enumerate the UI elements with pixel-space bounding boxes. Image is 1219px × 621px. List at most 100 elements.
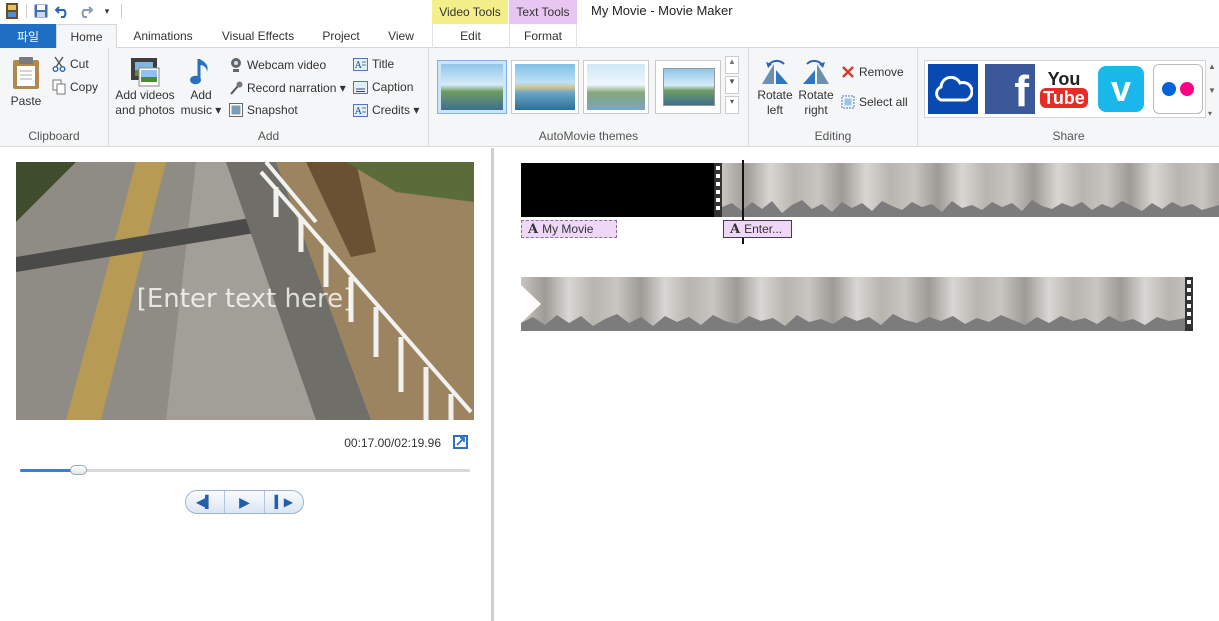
rotate-right-icon — [803, 59, 829, 84]
seek-bar[interactable] — [20, 465, 470, 475]
svg-text:A: A — [354, 61, 362, 71]
play-button[interactable]: ▶ — [225, 491, 265, 513]
previous-frame-icon: ◀▍ — [195, 495, 215, 509]
editing-group-label: Editing — [814, 129, 852, 143]
rotate-left-label-2: left — [766, 103, 783, 117]
paste-button[interactable]: Paste — [6, 56, 46, 109]
redo-icon[interactable] — [77, 3, 93, 19]
chevron-down-icon[interactable]: ▼ — [1208, 86, 1218, 95]
theme-thumbnail — [441, 64, 503, 110]
remove-label: Remove — [859, 65, 904, 79]
onedrive-cloud-icon — [935, 76, 973, 102]
chevron-up-icon[interactable]: ▲ — [725, 56, 739, 74]
add-group-label: Add — [257, 129, 280, 143]
tab-edit[interactable]: Edit — [432, 24, 508, 48]
seek-thumb[interactable] — [70, 465, 88, 475]
webcam-icon — [231, 58, 241, 72]
storyboard: A My Movie A Enter... — [494, 148, 1219, 621]
save-icon[interactable] — [33, 3, 49, 19]
youtube-icon-tube: Tube — [1040, 88, 1088, 108]
credits-button[interactable]: A Credits ▾ — [353, 103, 419, 117]
text-a-icon: A — [528, 221, 539, 237]
tab-project[interactable]: Project — [312, 24, 370, 48]
snapshot-button[interactable]: Snapshot — [229, 103, 298, 117]
tab-home[interactable]: Home — [56, 24, 117, 49]
share-group: f You Tube v ▲ ▼ ▾ Share — [918, 48, 1219, 147]
onedrive-share-button[interactable] — [928, 64, 978, 114]
customize-dropdown-icon[interactable]: ▾ — [99, 3, 115, 19]
previous-frame-button[interactable]: ◀▍ — [186, 491, 226, 513]
tab-format[interactable]: Format — [509, 24, 577, 48]
add-videos-label-2: and photos — [115, 103, 175, 117]
tab-animations[interactable]: Animations — [122, 24, 204, 48]
snapshot-label: Snapshot — [247, 103, 298, 117]
flickr-share-button[interactable] — [1153, 64, 1203, 114]
copy-button[interactable]: Copy — [52, 79, 98, 95]
copy-icon — [52, 79, 66, 95]
chevron-down-icon[interactable]: ▼ — [725, 76, 739, 94]
add-music-label-2: music ▾ — [180, 103, 222, 117]
record-narration-button[interactable]: Record narration ▾ — [229, 80, 346, 96]
caption-icon — [353, 80, 368, 94]
chevron-up-icon[interactable]: ▲ — [1208, 62, 1218, 71]
theme-thumbnail — [587, 64, 645, 110]
title-caption-label: My Movie — [542, 222, 594, 236]
select-all-button[interactable]: Select all — [841, 95, 908, 109]
remove-button[interactable]: Remove — [841, 65, 904, 79]
rotate-right-button[interactable]: Rotate right — [795, 56, 837, 118]
paste-icon — [13, 57, 39, 89]
timecode: 00:17.00/02:19.96 — [344, 436, 441, 450]
facebook-share-button[interactable]: f — [985, 64, 1035, 114]
cut-button[interactable]: Cut — [52, 56, 89, 72]
undo-icon[interactable] — [55, 3, 71, 19]
theme-contemporary[interactable] — [511, 60, 579, 114]
remove-x-icon — [842, 66, 854, 78]
microphone-icon — [230, 81, 243, 95]
webcam-video-button[interactable]: Webcam video — [229, 57, 326, 73]
add-videos-photos-icon — [131, 58, 160, 87]
app-icon[interactable] — [4, 3, 20, 19]
share-group-label: Share — [1052, 129, 1085, 143]
facebook-f-icon: f — [1014, 67, 1029, 116]
rotate-right-label-2: right — [804, 103, 828, 117]
vimeo-share-button[interactable]: v — [1096, 64, 1146, 114]
music-note-icon — [190, 59, 208, 85]
theme-fade[interactable] — [583, 60, 649, 114]
theme-pan-zoom[interactable] — [655, 60, 721, 114]
video-preview[interactable]: [Enter text here] — [16, 162, 474, 420]
theme-default[interactable] — [437, 60, 507, 114]
record-narration-label: Record narration ▾ — [247, 81, 346, 95]
expand-gallery-icon[interactable]: ▾ — [725, 96, 739, 114]
add-music-label-1: Add — [190, 88, 212, 102]
caption-button[interactable]: Caption — [353, 80, 413, 94]
rotate-left-icon — [762, 59, 788, 84]
scissors-icon — [52, 56, 66, 72]
youtube-share-button[interactable]: You Tube — [1039, 64, 1089, 114]
svg-text:A: A — [354, 107, 362, 117]
window-title: My Movie - Movie Maker — [591, 3, 733, 18]
title-caption-tag[interactable]: A My Movie — [521, 220, 617, 238]
audio-waveform — [722, 200, 1219, 217]
quick-access-toolbar: ▾ — [4, 2, 122, 20]
title-clip[interactable] — [521, 163, 714, 217]
film-edge — [1185, 277, 1193, 331]
add-music-button[interactable]: Add music ▾ — [179, 56, 223, 118]
expand-gallery-icon[interactable]: ▾ — [1208, 109, 1218, 118]
tab-visual-effects[interactable]: Visual Effects — [210, 24, 306, 48]
title-button[interactable]: A Title — [353, 57, 394, 71]
credits-icon: A — [353, 103, 368, 117]
add-videos-photos-button[interactable]: Add videos and photos — [113, 56, 177, 118]
fullscreen-icon[interactable] — [453, 435, 468, 449]
cut-label: Cut — [70, 57, 89, 71]
ribbon-tab-row: 파일 Home Animations Visual Effects Projec… — [0, 24, 1219, 49]
rotate-left-button[interactable]: Rotate left — [755, 56, 795, 118]
video-clip-strip-bottom[interactable] — [521, 277, 1185, 331]
credits-label: Credits ▾ — [372, 103, 420, 117]
preview-caption-text[interactable]: [Enter text here] — [16, 284, 474, 314]
paste-label: Paste — [10, 94, 42, 108]
tab-file[interactable]: 파일 — [0, 24, 56, 48]
tab-view[interactable]: View — [376, 24, 426, 48]
next-frame-button[interactable]: ▍▶ — [265, 491, 303, 513]
selected-caption-tag[interactable]: A Enter... — [723, 220, 792, 238]
video-clip-strip-top[interactable] — [722, 163, 1219, 217]
